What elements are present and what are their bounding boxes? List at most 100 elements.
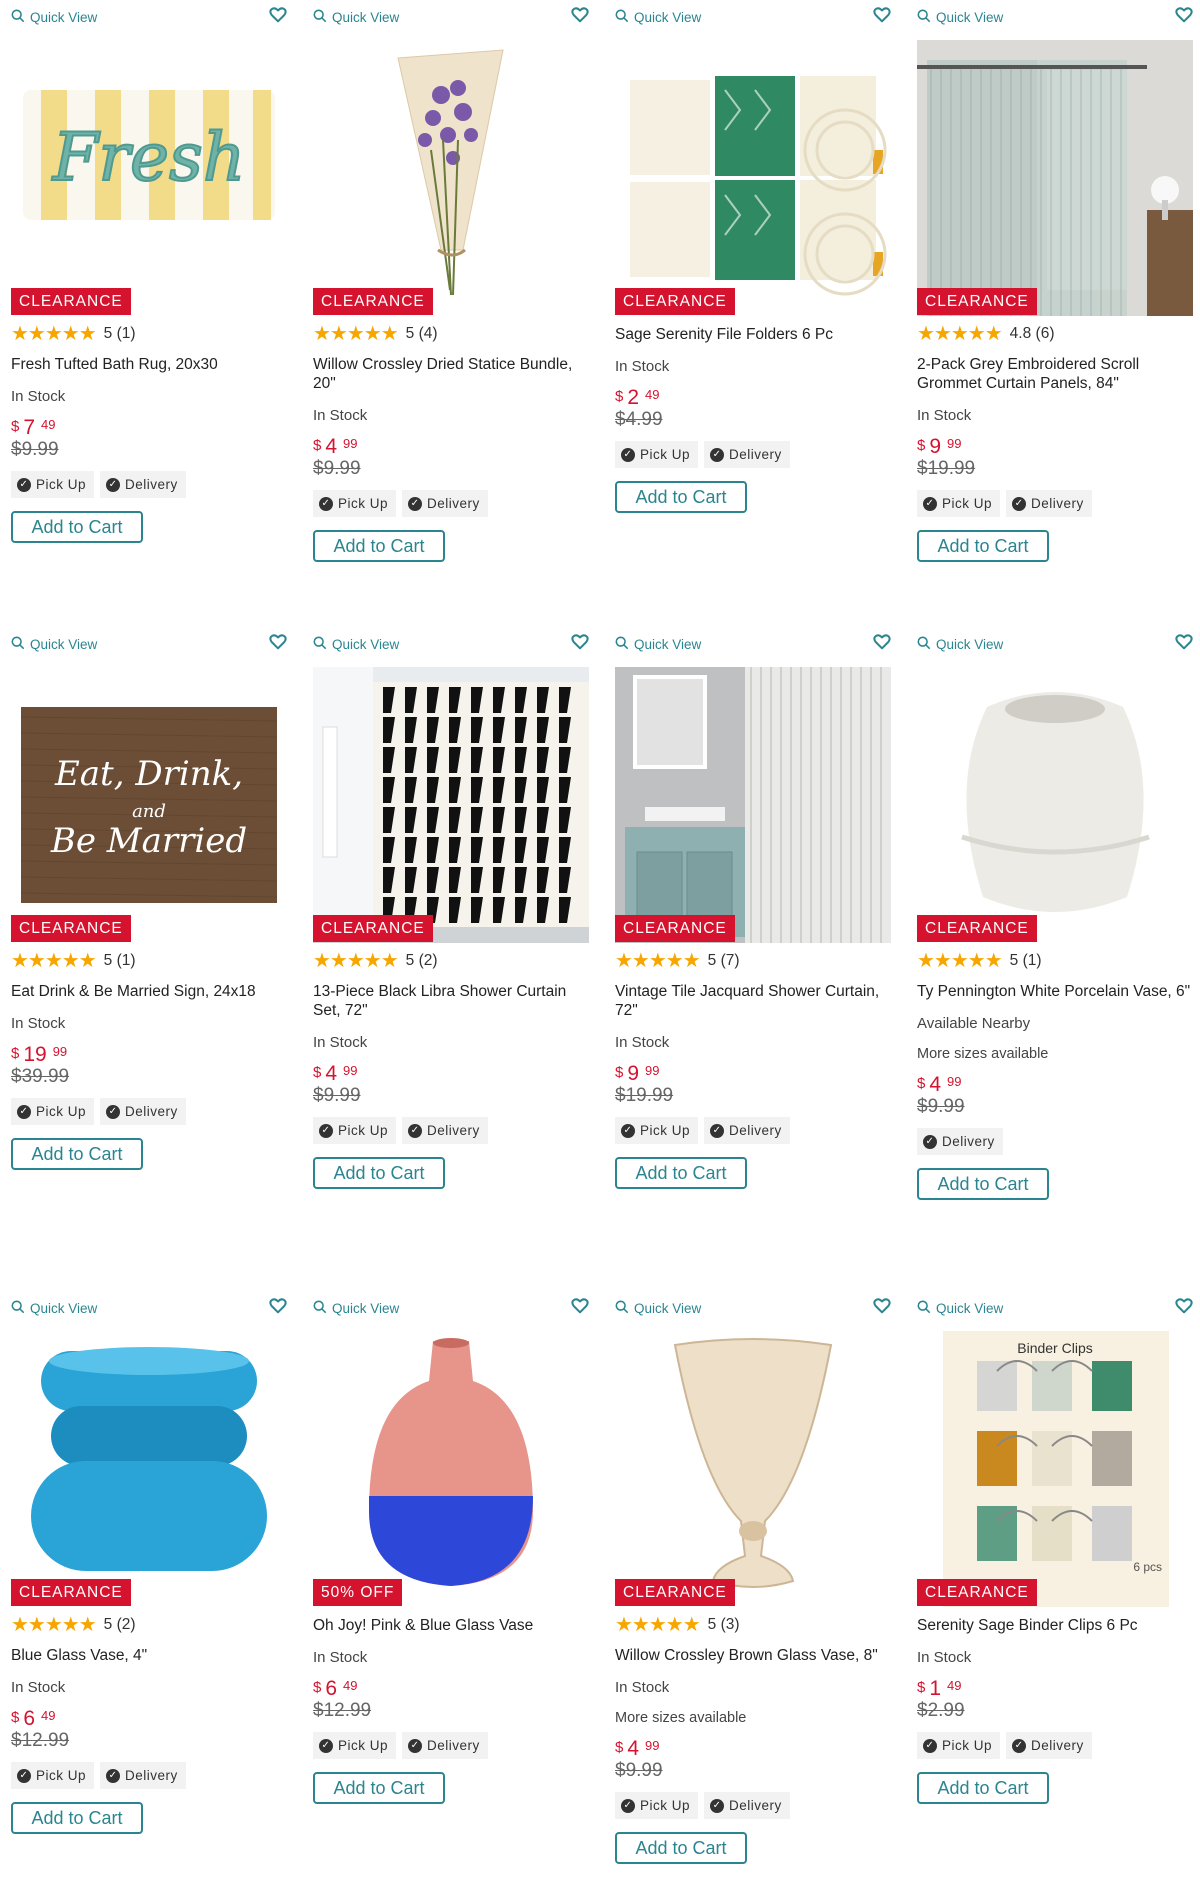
product-title[interactable]: 13-Piece Black Libra Shower Curtain Set,…: [313, 982, 589, 1020]
product-title[interactable]: Vintage Tile Jacquard Shower Curtain, 72…: [615, 982, 891, 1020]
add-to-cart-button[interactable]: Add to Cart: [615, 1832, 747, 1864]
heart-icon[interactable]: [873, 6, 891, 24]
more-sizes: More sizes available: [917, 1046, 1049, 1062]
availability: In Stock: [313, 407, 368, 424]
quick-view-link[interactable]: Quick View: [11, 1297, 97, 1319]
add-to-cart-button[interactable]: Add to Cart: [615, 1157, 747, 1189]
price-cents: 49: [343, 1678, 358, 1693]
check-icon: ✓: [17, 477, 31, 492]
product-title[interactable]: Ty Pennington White Porcelain Vase, 6": [917, 982, 1193, 1001]
quick-view-link[interactable]: Quick View: [917, 1297, 1003, 1319]
heart-icon[interactable]: [571, 6, 589, 24]
rating[interactable]: ★★★★★ 5 (1): [11, 324, 287, 344]
add-to-cart-button[interactable]: Add to Cart: [11, 511, 143, 543]
product-image[interactable]: [11, 1331, 287, 1607]
quick-view-link[interactable]: Quick View: [615, 1297, 701, 1319]
heart-icon[interactable]: [1175, 6, 1193, 24]
quick-view-link[interactable]: Quick View: [917, 633, 1003, 655]
quick-view-link[interactable]: Quick View: [11, 633, 97, 655]
rating[interactable]: ★★★★★ 5 (1): [11, 951, 287, 971]
pickup-chip: ✓ Pick Up: [615, 1792, 699, 1819]
search-icon: [11, 1300, 25, 1317]
rating[interactable]: ★★★★★ 4.8 (6): [917, 324, 1193, 344]
heart-icon[interactable]: [269, 6, 287, 24]
add-to-cart-button[interactable]: Add to Cart: [313, 1772, 445, 1804]
product-image[interactable]: Eat, Drink, and Be Married: [11, 667, 287, 943]
sale-badge: CLEARANCE: [917, 915, 1037, 942]
product-title[interactable]: Eat Drink & Be Married Sign, 24x18: [11, 982, 287, 1001]
quick-view-link[interactable]: Quick View: [615, 6, 701, 28]
check-icon: ✓: [408, 496, 423, 511]
quick-view-link[interactable]: Quick View: [313, 1297, 399, 1319]
heart-icon[interactable]: [873, 633, 891, 651]
quick-view-label: Quick View: [936, 9, 1004, 25]
rating[interactable]: ★★★★★ 5 (2): [313, 951, 589, 971]
product-image[interactable]: Fresh: [11, 40, 287, 316]
product-title[interactable]: Blue Glass Vase, 4": [11, 1646, 287, 1665]
check-icon: ✓: [319, 1123, 333, 1138]
rating[interactable]: ★★★★★ 5 (4): [313, 324, 589, 344]
product-title[interactable]: Willow Crossley Dried Statice Bundle, 20…: [313, 355, 589, 393]
product-image[interactable]: [917, 40, 1193, 316]
rating-value: 5: [103, 952, 113, 969]
delivery-chip: ✓ Delivery: [402, 490, 488, 517]
heart-icon[interactable]: [571, 633, 589, 651]
was-price: $9.99: [917, 1096, 965, 1117]
search-icon: [11, 636, 25, 653]
add-to-cart-button[interactable]: Add to Cart: [313, 530, 445, 562]
delivery-chip: ✓ Delivery: [402, 1732, 488, 1759]
product-image[interactable]: [615, 667, 891, 943]
quick-view-link[interactable]: Quick View: [917, 6, 1003, 28]
rating-value: 5: [405, 325, 415, 342]
quick-view-link[interactable]: Quick View: [313, 6, 399, 28]
quick-view-label: Quick View: [30, 1300, 98, 1316]
rating[interactable]: ★★★★★ 5 (3): [615, 1615, 891, 1635]
heart-icon[interactable]: [571, 1297, 589, 1315]
price-cents: 99: [645, 1063, 660, 1078]
product-title[interactable]: Willow Crossley Brown Glass Vase, 8": [615, 1646, 891, 1665]
price-cents: 99: [343, 436, 358, 451]
pickup-chip: ✓ Pick Up: [615, 1117, 699, 1144]
add-to-cart-button[interactable]: Add to Cart: [11, 1802, 143, 1834]
check-icon: ✓: [106, 1104, 121, 1119]
was-price: $12.99: [11, 1730, 70, 1751]
product-title[interactable]: 2-Pack Grey Embroidered Scroll Grommet C…: [917, 355, 1193, 393]
product-title[interactable]: Fresh Tufted Bath Rug, 20x30: [11, 355, 287, 374]
heart-icon[interactable]: [1175, 633, 1193, 651]
add-to-cart-button[interactable]: Add to Cart: [917, 1168, 1049, 1200]
rating-value: 5: [707, 952, 717, 969]
product-title[interactable]: Serenity Sage Binder Clips 6 Pc: [917, 1616, 1193, 1635]
product-image[interactable]: [917, 667, 1193, 943]
heart-icon[interactable]: [873, 1297, 891, 1315]
add-to-cart-button[interactable]: Add to Cart: [615, 481, 747, 513]
product-title[interactable]: Sage Serenity File Folders 6 Pc: [615, 325, 891, 344]
heart-icon[interactable]: [269, 633, 287, 651]
add-to-cart-button[interactable]: Add to Cart: [313, 1157, 445, 1189]
search-icon: [917, 9, 931, 26]
product-image[interactable]: [313, 667, 589, 943]
rating-value: 5: [1009, 952, 1019, 969]
product-image[interactable]: [313, 40, 589, 316]
product-image[interactable]: [615, 1331, 891, 1607]
was-price: $39.99: [11, 1066, 70, 1087]
quick-view-link[interactable]: Quick View: [11, 6, 97, 28]
rating[interactable]: ★★★★★ 5 (7): [615, 951, 891, 971]
add-to-cart-button[interactable]: Add to Cart: [917, 1772, 1049, 1804]
product-image[interactable]: Binder Clips 6 pcs: [917, 1331, 1193, 1607]
price-dollars: 2: [627, 386, 640, 409]
review-count: (1): [116, 325, 136, 342]
quick-view-link[interactable]: Quick View: [615, 633, 701, 655]
add-to-cart-button[interactable]: Add to Cart: [917, 530, 1049, 562]
heart-icon[interactable]: [269, 1297, 287, 1315]
add-to-cart-button[interactable]: Add to Cart: [11, 1138, 143, 1170]
quick-view-link[interactable]: Quick View: [313, 633, 399, 655]
delivery-chip: ✓ Delivery: [704, 1792, 790, 1819]
sale-price: $4 99: [917, 1073, 962, 1096]
rating[interactable]: ★★★★★ 5 (1): [917, 951, 1193, 971]
product-image[interactable]: [313, 1331, 589, 1607]
product-image[interactable]: [615, 40, 891, 316]
rating[interactable]: ★★★★★ 5 (2): [11, 1615, 287, 1635]
product-title[interactable]: Oh Joy! Pink & Blue Glass Vase: [313, 1616, 589, 1635]
heart-icon[interactable]: [1175, 1297, 1193, 1315]
delivery-chip: ✓ Delivery: [100, 1762, 186, 1789]
